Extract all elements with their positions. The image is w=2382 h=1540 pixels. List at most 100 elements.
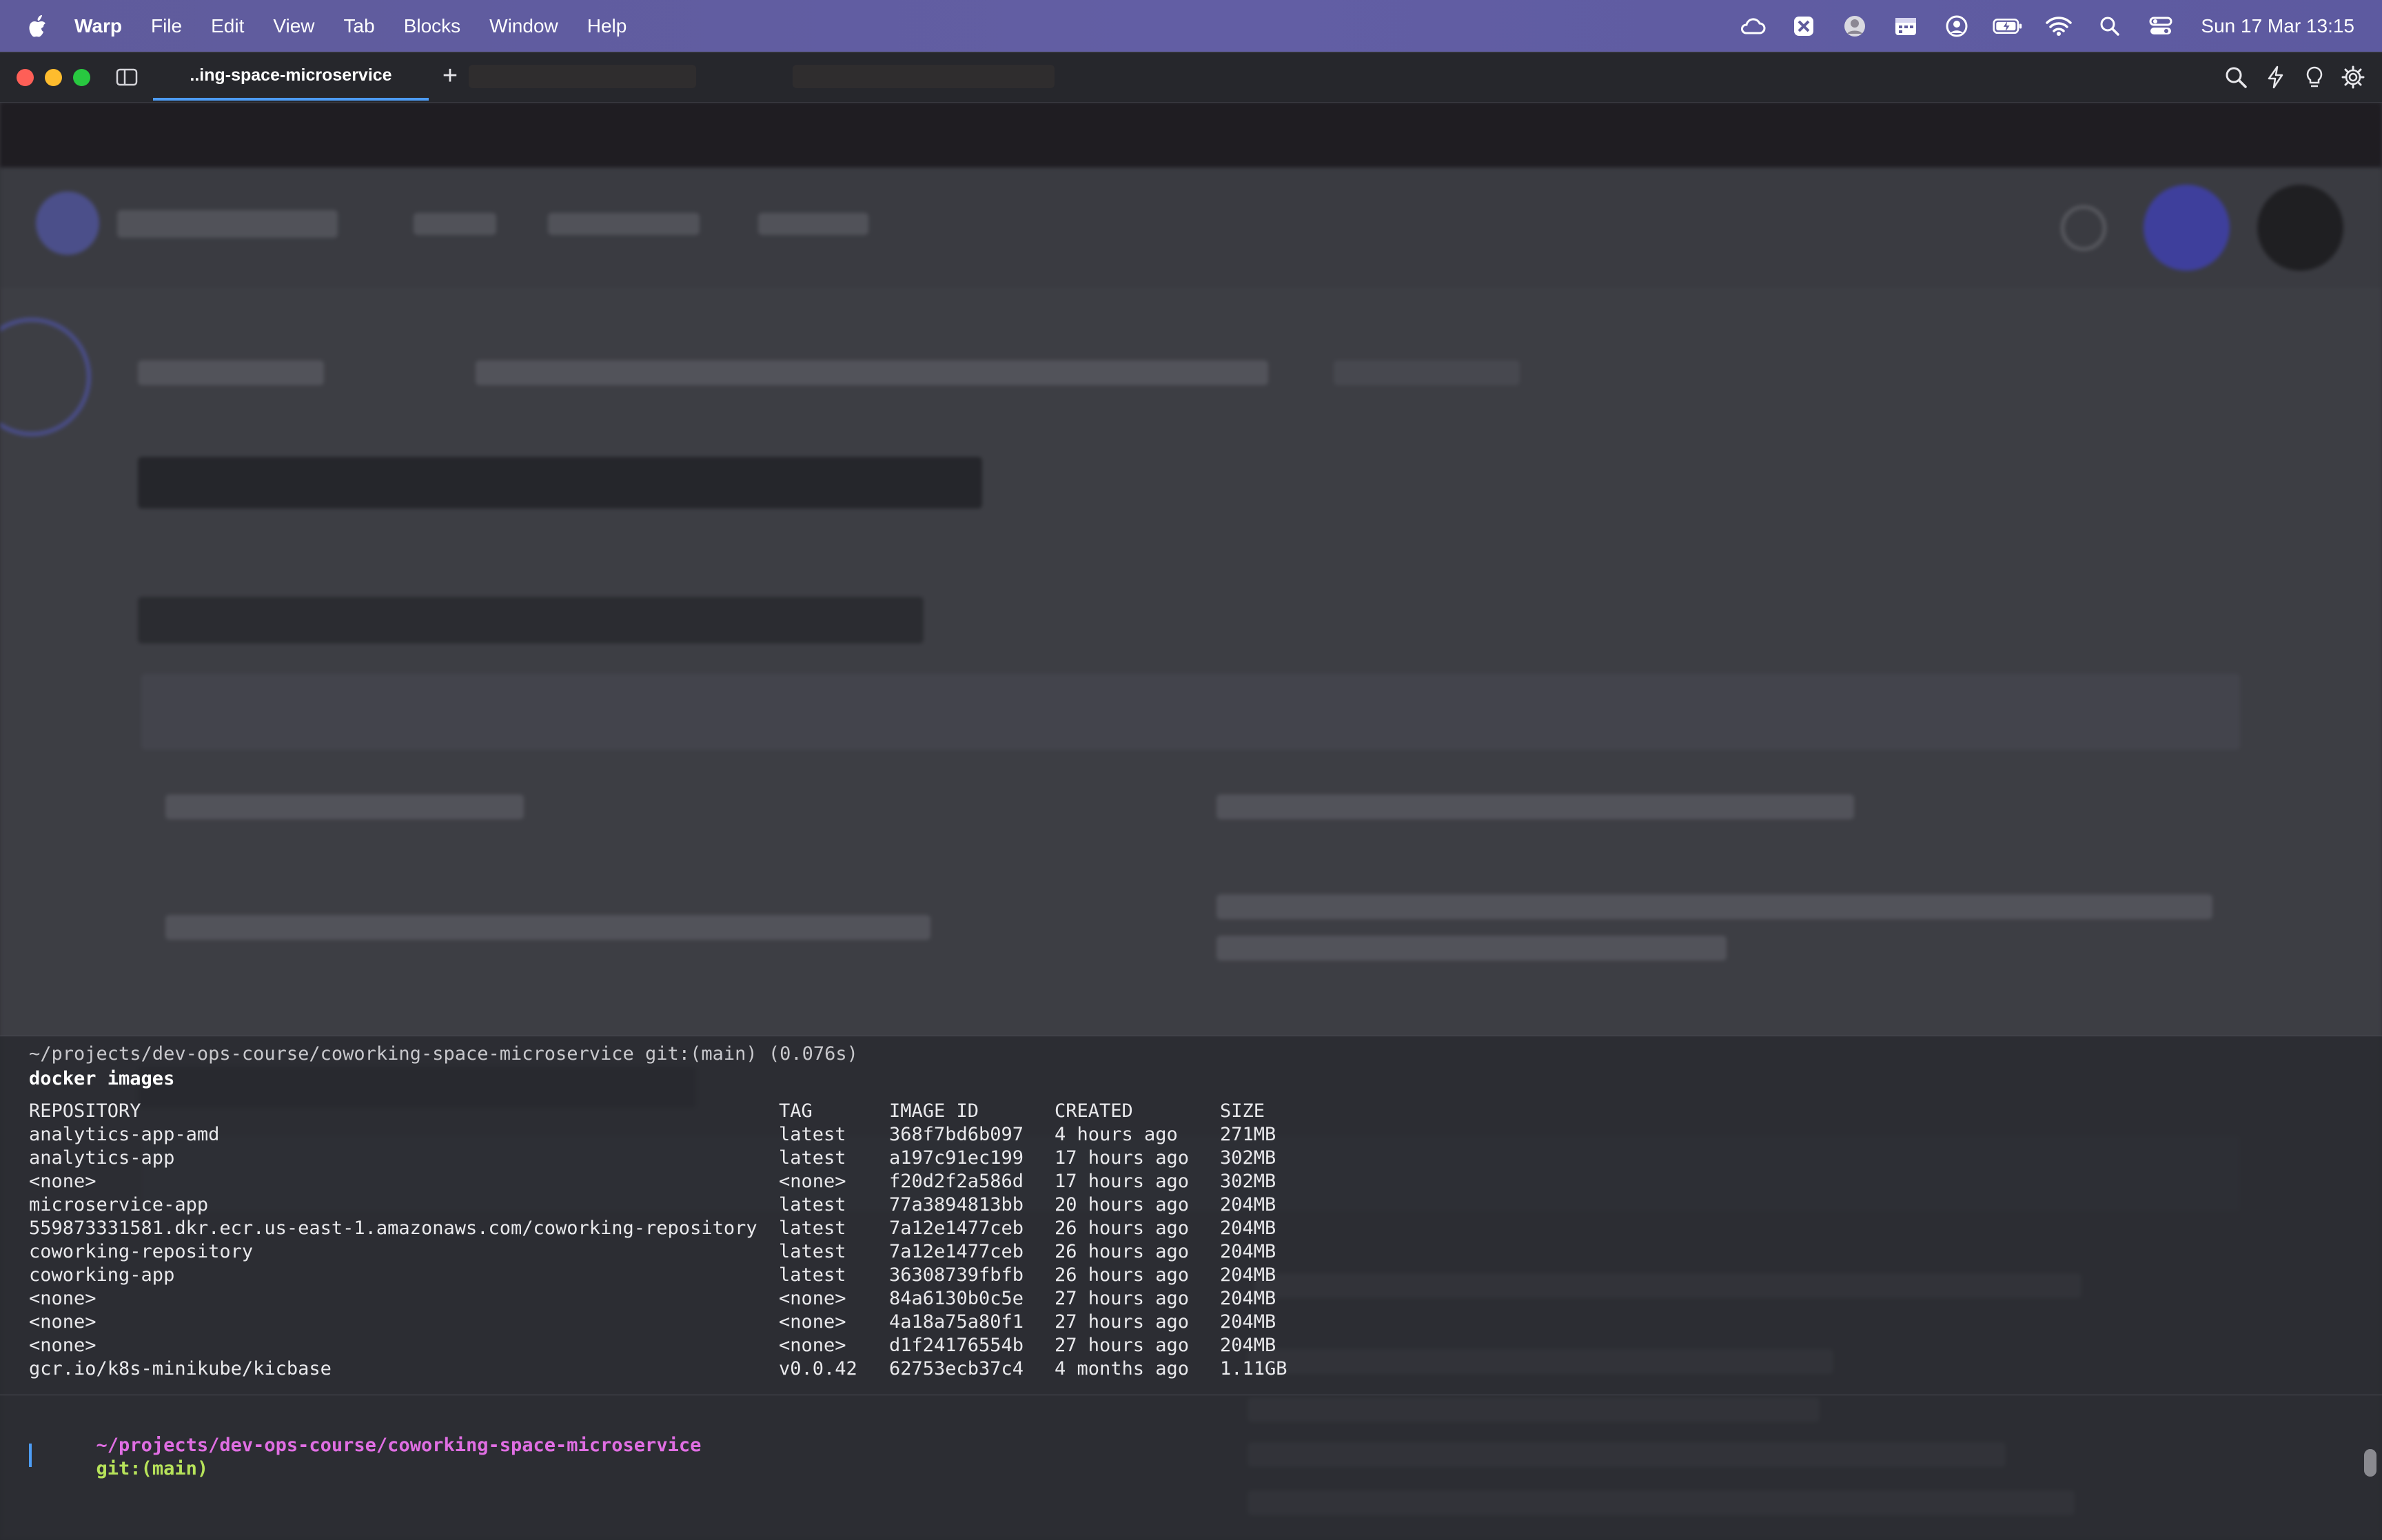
bg-dark-avatar	[2257, 185, 2343, 271]
menu-tab[interactable]: Tab	[344, 15, 375, 37]
header-created: CREATED	[1055, 1100, 1133, 1122]
cell-size: 204MB	[1220, 1241, 1276, 1262]
bg-nav-catalog	[758, 213, 868, 235]
cell-size: 302MB	[1220, 1171, 1276, 1192]
cell-size: 204MB	[1220, 1264, 1276, 1286]
bg-table-cell-1	[165, 794, 524, 819]
bg-table-cell-5	[1217, 936, 1727, 961]
prompt-path: ~/projects/dev-ops-course/coworking-spac…	[96, 1435, 702, 1456]
cell-tag: <none>	[779, 1171, 846, 1192]
cell-tag: v0.0.42	[779, 1358, 857, 1379]
bg-nav-home	[414, 213, 496, 235]
spotlight-icon[interactable]	[2095, 13, 2125, 39]
header-repository: REPOSITORY	[29, 1100, 141, 1122]
bg-breadcrumb-1	[138, 360, 324, 385]
cell-image-id: 368f7bd6b097	[889, 1124, 1024, 1145]
tab-faded-2[interactable]	[793, 65, 1055, 88]
macos-menu-bar: Warp File Edit View Tab Blocks Window He…	[0, 0, 2382, 52]
tab-active[interactable]: ..ing-space-microservice	[153, 52, 429, 101]
bg-logo-mark	[36, 192, 99, 255]
app-icon[interactable]	[1789, 13, 1819, 39]
battery-icon[interactable]	[1993, 13, 2023, 39]
bg-search-circle	[2061, 205, 2106, 251]
menu-blocks[interactable]: Blocks	[404, 15, 460, 37]
cell-tag: latest	[779, 1124, 846, 1145]
tab-bar: ..ing-space-microservice +	[0, 52, 2382, 103]
menu-window[interactable]: Window	[489, 15, 558, 37]
bg-nav-discover	[548, 213, 700, 235]
bg-section-heading	[138, 597, 924, 644]
user-circle-icon[interactable]	[1942, 13, 1972, 39]
cell-created: 26 hours ago	[1055, 1241, 1190, 1262]
menu-app-name[interactable]: Warp	[74, 15, 122, 37]
cell-repository: <none>	[29, 1171, 96, 1192]
cell-tag: <none>	[779, 1288, 846, 1309]
cell-image-id: 77a3894813bb	[889, 1194, 1024, 1215]
header-size: SIZE	[1220, 1100, 1265, 1122]
terminal-pane[interactable]: ~/projects/dev-ops-course/coworking-spac…	[0, 1036, 2382, 1540]
zoom-window-button[interactable]	[73, 69, 90, 86]
apple-logo-icon[interactable]	[28, 14, 47, 38]
cell-image-id: 7a12e1477ceb	[889, 1241, 1024, 1262]
close-window-button[interactable]	[17, 69, 34, 86]
menu-help[interactable]: Help	[587, 15, 627, 37]
cell-size: 271MB	[1220, 1124, 1276, 1145]
cell-created: 4 months ago	[1055, 1358, 1190, 1379]
bg-url-strip	[0, 102, 2382, 167]
previous-prompt-line: ~/projects/dev-ops-course/coworking-spac…	[29, 1043, 858, 1065]
cell-tag: latest	[779, 1264, 846, 1286]
bg-side-button	[0, 318, 91, 436]
wifi-icon[interactable]	[2044, 13, 2074, 39]
cell-size: 302MB	[1220, 1147, 1276, 1169]
search-icon[interactable]	[2223, 65, 2248, 90]
cell-size: 204MB	[1220, 1218, 1276, 1239]
bg-breadcrumb-3	[1334, 360, 1520, 385]
bg-site-nav	[0, 167, 2382, 288]
lightning-icon[interactable]	[2263, 65, 2288, 90]
cell-created: 20 hours ago	[1055, 1194, 1190, 1215]
cell-image-id: f20d2f2a586d	[889, 1171, 1024, 1192]
cell-image-id: a197c91ec199	[889, 1147, 1024, 1169]
scrollbar-thumb[interactable]	[2364, 1449, 2376, 1477]
cell-repository: <none>	[29, 1311, 96, 1333]
bg-table-header	[141, 674, 2240, 750]
new-tab-button[interactable]: +	[440, 61, 460, 91]
avatar-icon[interactable]	[1840, 13, 1870, 39]
menu-edit[interactable]: Edit	[211, 15, 244, 37]
tab-faded-1[interactable]	[469, 65, 696, 88]
cell-size: 204MB	[1220, 1311, 1276, 1333]
bg-logo-text	[117, 210, 338, 238]
calendar-icon[interactable]	[1891, 13, 1921, 39]
bg-table-cell-2	[1217, 794, 1854, 819]
menu-view[interactable]: View	[273, 15, 314, 37]
cell-created: 26 hours ago	[1055, 1218, 1190, 1239]
cloud-icon[interactable]	[1738, 13, 1768, 39]
cell-image-id: 7a12e1477ceb	[889, 1218, 1024, 1239]
cell-image-id: d1f24176554b	[889, 1335, 1024, 1356]
minimize-window-button[interactable]	[45, 69, 62, 86]
command-line: docker images	[29, 1068, 175, 1089]
settings-gear-icon[interactable]	[2341, 65, 2365, 90]
cell-size: 204MB	[1220, 1194, 1276, 1215]
status-area: Sun 17 Mar 13:15	[1717, 0, 2354, 52]
lightbulb-icon[interactable]	[2302, 65, 2327, 90]
cell-repository: <none>	[29, 1288, 96, 1309]
prompt-git-branch: git:(main)	[96, 1458, 209, 1479]
cell-image-id: 84a6130b0c5e	[889, 1288, 1024, 1309]
header-image-id: IMAGE ID	[889, 1100, 979, 1122]
control-center-icon[interactable]	[2146, 13, 2176, 39]
bg-table-cell-4	[1217, 894, 2212, 919]
cell-created: 27 hours ago	[1055, 1335, 1190, 1356]
input-cursor[interactable]	[29, 1444, 32, 1467]
menu-file[interactable]: File	[151, 15, 182, 37]
warp-window: ..ing-space-microservice + ~/projects/de…	[0, 52, 2382, 1540]
bg-breadcrumb-2	[476, 360, 1268, 385]
cell-tag: <none>	[779, 1335, 846, 1356]
cell-repository: coworking-app	[29, 1264, 175, 1286]
cell-repository: gcr.io/k8s-minikube/kicbase	[29, 1358, 332, 1379]
cell-size: 204MB	[1220, 1288, 1276, 1309]
menu-clock[interactable]: Sun 17 Mar 13:15	[2201, 15, 2354, 37]
bg-blue-avatar	[2144, 185, 2230, 271]
cell-tag: latest	[779, 1218, 846, 1239]
sidebar-toggle-icon[interactable]	[114, 65, 139, 90]
